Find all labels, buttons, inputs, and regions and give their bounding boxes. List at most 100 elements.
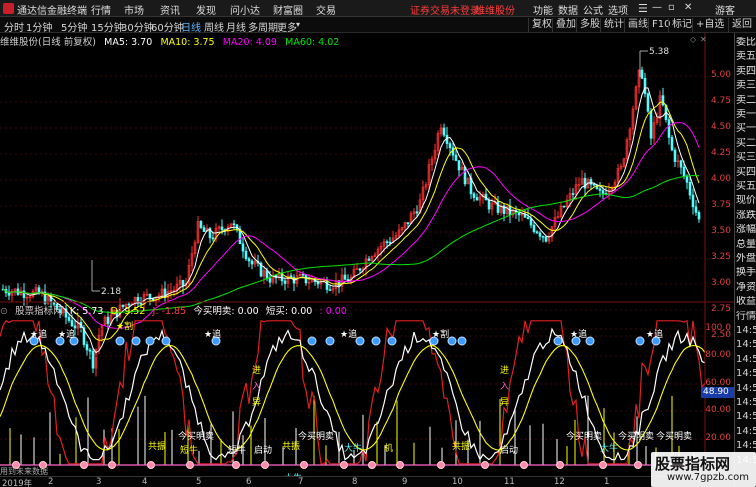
menu-data[interactable]: 数据 [558, 2, 578, 17]
candle-body [7, 292, 11, 296]
candle-body [670, 137, 674, 151]
period-more[interactable]: 更多 [277, 19, 297, 34]
more-chevron-icon[interactable]: ▾ [296, 20, 300, 29]
signal-label: 进 [500, 365, 509, 376]
menu-formula[interactable]: 公式 [583, 2, 603, 17]
login-notice[interactable]: 证券交易未登录 [410, 2, 480, 17]
period-5min[interactable]: 5分钟 [61, 19, 87, 34]
add-favorite-button[interactable]: +自选 [692, 18, 727, 32]
candle-body [679, 160, 683, 168]
period-intraday[interactable]: 分时 [4, 19, 24, 34]
candle-body [220, 226, 224, 230]
signal-label: 大牛 [600, 442, 618, 454]
buy-signal-dot [371, 336, 381, 346]
candle-body [571, 193, 575, 195]
restore-icon[interactable]: ▫ [668, 2, 675, 13]
buy-signal-dot [145, 336, 155, 346]
menu-market[interactable]: 市场 [124, 2, 144, 17]
menu-trade[interactable]: 交易 [316, 2, 336, 17]
menu-function[interactable]: 功能 [533, 2, 553, 17]
x-tick: 2019年 [2, 479, 33, 487]
x-tick: 3 [96, 477, 102, 487]
signal-label: 启动 [254, 444, 272, 456]
candle-body [526, 217, 530, 219]
minimize-icon[interactable]: — [652, 2, 662, 13]
short-buy-value: 短买: 0.00 [265, 306, 313, 317]
side-label: 14:5 [736, 382, 756, 394]
side-label: 总量 [736, 238, 756, 250]
current-value-tag: 48.90 [701, 387, 734, 398]
candle-body [442, 127, 446, 136]
extra-value: : 0.00 [319, 306, 347, 317]
d-value: D: 9.52 [110, 306, 146, 317]
candle-body [487, 199, 491, 210]
sell-signal-dot [437, 461, 445, 469]
side-label: 卖五 [736, 51, 756, 63]
menu-discover[interactable]: 发现 [196, 2, 216, 17]
stats-button[interactable]: 统计 [600, 18, 627, 32]
signal-label: 今买明卖 [618, 430, 654, 442]
mark-button[interactable]: 标记 [668, 18, 695, 32]
period-60min[interactable]: 60分钟 [151, 19, 184, 34]
candle-body [148, 293, 152, 299]
indicator-settings-icon[interactable]: ⊙ [0, 306, 8, 317]
stock-name-link[interactable]: 维维股份 [475, 2, 515, 17]
close-icon[interactable]: ✕ [684, 2, 692, 13]
candle-body [106, 316, 110, 325]
period-monthly[interactable]: 月线 [226, 19, 246, 34]
high-label: 5.38 [649, 47, 669, 57]
back-button[interactable]: 返回 [728, 18, 755, 32]
draw-button[interactable]: 画线 [624, 18, 651, 32]
period-1min[interactable]: 1分钟 [26, 19, 52, 34]
y-tick: 3.75 [710, 200, 731, 210]
quote-side-panel: 委比 卖五 卖四 卖三 卖二 卖一 买一 买二 买三 买四 买五 现价 涨跌 涨幅 总量 外盘 换手 净资 收益 行情… [734, 33, 756, 487]
buy-signal-dot [553, 336, 563, 346]
menu-quotes[interactable]: 行情 [91, 2, 111, 17]
buy-signal-dot [307, 336, 317, 346]
menu-ask[interactable]: 问小达 [230, 2, 260, 17]
x-tick: 12 [554, 477, 565, 487]
x-tick: 7 [298, 477, 304, 487]
chart-close-icon[interactable]: ✕ [700, 35, 707, 44]
candle-body [367, 258, 371, 261]
menu-icon[interactable]: ☰ [638, 2, 648, 15]
side-label: 卖二 [736, 94, 756, 106]
app-title: 通达信金融终端 [17, 6, 87, 17]
candle-body [247, 258, 251, 262]
overlay-button[interactable]: 叠加 [552, 18, 579, 32]
candle-body [589, 179, 593, 185]
menu-news[interactable]: 资讯 [160, 2, 180, 17]
candle-body [661, 95, 665, 106]
side-label: 14:5 [736, 440, 756, 452]
chart-settings-icon[interactable]: ◇ [690, 35, 696, 44]
multi-stock-button[interactable]: 多股 [576, 18, 603, 32]
menu-options[interactable]: 选项 [608, 2, 628, 17]
period-multi[interactable]: 多周期 [248, 19, 278, 34]
period-daily[interactable]: 日线 [181, 19, 201, 34]
candle-body [685, 175, 689, 183]
candle-body [697, 212, 701, 220]
candle-body [532, 224, 536, 232]
candle-body [283, 280, 287, 284]
sub-y-tick: 80.00 [705, 350, 731, 360]
buy-signal-dot [457, 336, 467, 346]
guest-label[interactable]: 游客 [715, 2, 735, 17]
menu-wealth[interactable]: 财富圈 [273, 2, 303, 17]
candle-body [73, 325, 77, 329]
side-label: 买三 [736, 152, 756, 164]
signal-label: 进 [252, 365, 261, 376]
side-label: 卖四 [736, 65, 756, 77]
side-label: 收益 [736, 296, 756, 308]
period-15min[interactable]: 15分钟 [91, 19, 124, 34]
period-weekly[interactable]: 周线 [204, 19, 224, 34]
kline-chart-area[interactable]: 5.382.18 ★追 ★追★割★追 ★追 ★割 ★追 ★追进入异进入异今买明卖 今买明卖今… [0, 33, 734, 476]
future-data-notice: 用到未来数据 [0, 467, 48, 476]
side-label: 买二 [736, 137, 756, 149]
side-label: 买一 [736, 123, 756, 135]
candle-body [250, 260, 254, 265]
adjust-button[interactable]: 复权 [528, 18, 555, 32]
side-label: 卖一 [736, 109, 756, 120]
candle-body [535, 231, 539, 234]
sell-signal-dot [186, 461, 194, 469]
period-30min[interactable]: 30分钟 [121, 19, 154, 34]
